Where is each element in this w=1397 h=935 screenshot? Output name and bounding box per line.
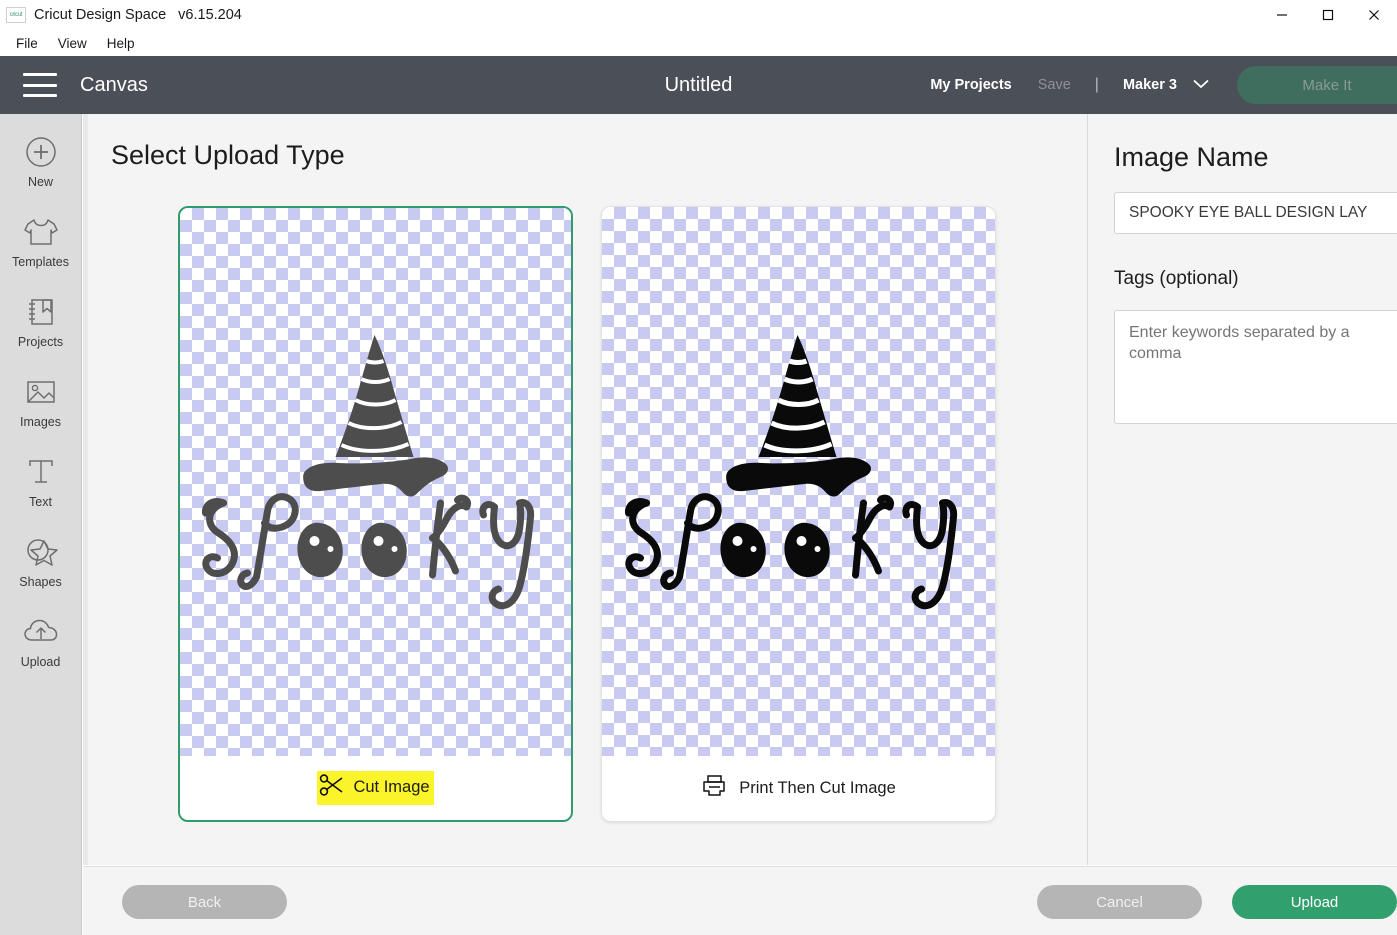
spooky-artwork-black bbox=[624, 334, 957, 609]
close-button[interactable] bbox=[1351, 0, 1397, 30]
maximize-button[interactable] bbox=[1305, 0, 1351, 30]
upload-button[interactable]: Upload bbox=[1232, 885, 1397, 919]
sidebar-item-projects[interactable]: Projects bbox=[0, 292, 82, 349]
plus-circle-icon bbox=[24, 132, 58, 172]
sidebar-label-text: Text bbox=[29, 495, 52, 509]
shapes-star-icon bbox=[23, 532, 59, 572]
maximize-icon bbox=[1322, 9, 1334, 21]
my-projects-button[interactable]: My Projects bbox=[930, 77, 1011, 93]
print-then-cut-footer[interactable]: Print Then Cut Image bbox=[602, 756, 995, 820]
scissors-icon bbox=[319, 773, 345, 802]
menu-item-help[interactable]: Help bbox=[97, 34, 145, 53]
image-name-heading: Image Name bbox=[1114, 142, 1269, 172]
sidebar-label-shapes: Shapes bbox=[19, 575, 62, 589]
text-t-icon bbox=[24, 452, 58, 492]
app-header: Untitled Canvas My Projects Save | Maker… bbox=[0, 56, 1397, 114]
chevron-down-icon bbox=[1193, 77, 1209, 93]
sidebar-item-images[interactable]: Images bbox=[0, 372, 82, 429]
menu-item-file[interactable]: File bbox=[6, 34, 48, 53]
print-then-cut-row: Print Then Cut Image bbox=[701, 774, 896, 803]
image-details-panel: Image Name SPOOKY EYE BALL DESIGN LAY Ta… bbox=[1087, 114, 1397, 865]
window-titlebar: cricut Cricut Design Space v6.15.204 bbox=[0, 0, 1397, 30]
header-divider: | bbox=[1094, 76, 1099, 93]
sidebar-label-upload: Upload bbox=[20, 655, 61, 669]
minimize-button[interactable] bbox=[1259, 0, 1305, 30]
sidebar-label-projects: Projects bbox=[17, 335, 64, 349]
spooky-artwork-gray bbox=[201, 335, 534, 610]
window-controls bbox=[1259, 0, 1397, 30]
header-right-group: My Projects Save | Maker 3 Make It bbox=[930, 56, 1397, 114]
image-name-input[interactable]: SPOOKY EYE BALL DESIGN LAY bbox=[1114, 192, 1397, 234]
app-icon-text: cricut bbox=[9, 12, 23, 18]
upload-type-card-print-then-cut[interactable]: Print Then Cut Image bbox=[601, 206, 996, 822]
cancel-button[interactable]: Cancel bbox=[1037, 885, 1202, 919]
upload-type-card-cut-image[interactable]: Cut Image bbox=[178, 206, 573, 822]
dialog-footer: Back Cancel Upload bbox=[83, 866, 1397, 935]
sidebar-label-images: Images bbox=[20, 415, 61, 429]
print-then-cut-label: Print Then Cut Image bbox=[739, 778, 896, 797]
sidebar-item-new[interactable]: New bbox=[0, 132, 82, 189]
upload-type-card-list: Cut Image Print Then Cut Image bbox=[178, 206, 996, 822]
machine-selector[interactable]: Maker 3 bbox=[1123, 77, 1209, 93]
main-scrollbar[interactable] bbox=[83, 114, 88, 865]
sidebar-item-shapes[interactable]: Shapes bbox=[0, 532, 82, 589]
cut-image-footer[interactable]: Cut Image bbox=[180, 756, 571, 820]
sidebar-item-text[interactable]: Text bbox=[0, 452, 82, 509]
bookmark-book-icon bbox=[24, 292, 58, 332]
canvas-label[interactable]: Canvas bbox=[80, 74, 148, 97]
cut-image-highlight: Cut Image bbox=[317, 771, 434, 805]
menu-bar: File View Help bbox=[0, 30, 1397, 56]
print-then-cut-thumbnail bbox=[602, 207, 995, 756]
app-icon: cricut bbox=[6, 7, 26, 23]
tags-input[interactable] bbox=[1114, 310, 1397, 424]
window-title: Cricut Design Space bbox=[34, 7, 167, 23]
tags-heading: Tags (optional) bbox=[1114, 268, 1239, 289]
printer-icon bbox=[701, 774, 727, 803]
minimize-icon bbox=[1277, 14, 1287, 16]
cut-image-thumbnail bbox=[180, 208, 571, 756]
tshirt-icon bbox=[22, 212, 60, 252]
machine-label: Maker 3 bbox=[1122, 76, 1177, 93]
page-title: Select Upload Type bbox=[111, 140, 345, 170]
main-content: Select Upload Type Cut Image Print Then … bbox=[83, 114, 1087, 865]
cloud-upload-icon bbox=[23, 612, 59, 652]
sidebar-label-new: New bbox=[27, 175, 53, 189]
make-it-button[interactable]: Make It bbox=[1237, 66, 1397, 104]
picture-icon bbox=[24, 372, 58, 412]
left-sidebar: New Templates Projects Images Text Shape… bbox=[0, 114, 82, 935]
app-version: v6.15.204 bbox=[178, 7, 242, 23]
save-button[interactable]: Save bbox=[1038, 77, 1071, 93]
cut-image-label: Cut Image bbox=[353, 778, 430, 796]
back-button[interactable]: Back bbox=[122, 885, 287, 919]
close-icon bbox=[1369, 10, 1379, 20]
hamburger-icon[interactable] bbox=[23, 73, 57, 97]
sidebar-item-templates[interactable]: Templates bbox=[0, 212, 82, 269]
sidebar-item-upload[interactable]: Upload bbox=[0, 612, 82, 669]
sidebar-label-templates: Templates bbox=[12, 255, 69, 269]
menu-item-view[interactable]: View bbox=[48, 34, 97, 53]
